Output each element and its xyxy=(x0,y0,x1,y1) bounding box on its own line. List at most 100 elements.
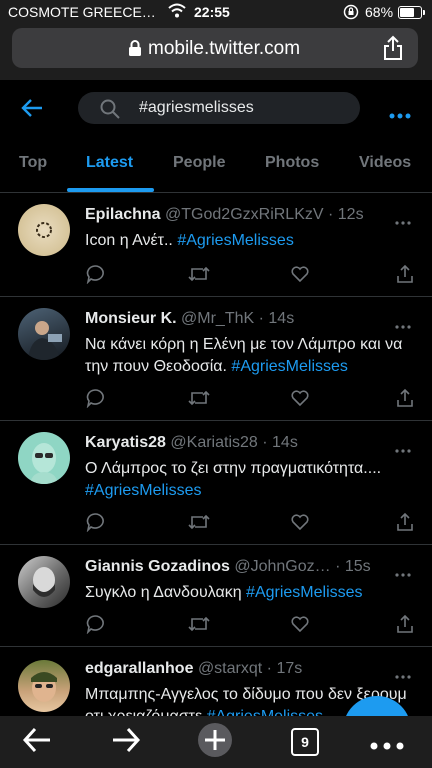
user-name[interactable]: Monsieur K. xyxy=(85,310,177,327)
tweet-time[interactable]: 17s xyxy=(276,660,302,677)
browser-toolbar: 9 xyxy=(0,716,432,768)
tweet-header: edgarallanhoe @starxqt · 17s xyxy=(85,660,385,678)
tweet-actions xyxy=(85,388,415,409)
tweet-time-separator: · xyxy=(266,660,277,677)
browser-forward-icon[interactable] xyxy=(111,726,141,759)
tweet-time-separator: · xyxy=(258,310,269,327)
share-tweet-icon[interactable] xyxy=(395,614,415,639)
tab-latest[interactable]: Latest xyxy=(86,154,133,172)
reply-icon[interactable] xyxy=(85,264,105,289)
user-handle[interactable]: @Mr_ThK xyxy=(181,310,254,327)
share-tweet-icon[interactable] xyxy=(395,388,415,413)
url-bar[interactable]: mobile.twitter.com xyxy=(12,28,418,68)
hashtag-link[interactable]: #AgriesMelisses xyxy=(246,584,362,601)
tweet-time[interactable]: 14s xyxy=(272,434,298,451)
tweet-item[interactable]: Karyatis28 @Kariatis28 · 14s Ο Λάμπρος τ… xyxy=(0,422,432,545)
url-text: mobile.twitter.com xyxy=(148,38,301,59)
search-icon xyxy=(100,99,120,124)
retweet-icon[interactable] xyxy=(188,264,210,289)
like-icon[interactable] xyxy=(290,388,310,413)
tab-switcher-button[interactable]: 9 xyxy=(291,728,319,756)
user-name[interactable]: Giannis Gozadinos xyxy=(85,558,230,575)
wifi-icon xyxy=(168,3,186,22)
tweet-header: Monsieur K. @Mr_ThK · 14s xyxy=(85,310,385,328)
like-icon[interactable] xyxy=(290,264,310,289)
retweet-icon[interactable] xyxy=(188,512,210,537)
new-tab-icon[interactable] xyxy=(197,722,233,763)
tab-people[interactable]: People xyxy=(173,154,225,172)
hashtag-link[interactable]: #AgriesMelisses xyxy=(85,482,201,499)
reply-icon[interactable] xyxy=(85,614,105,639)
tweet-more-icon[interactable] xyxy=(395,440,411,458)
tweet-more-icon[interactable] xyxy=(395,212,411,230)
tweet-time[interactable]: 15s xyxy=(345,558,371,575)
tweet-header: Epilachna @TGod2GzxRiRLKzV · 12s xyxy=(85,206,385,224)
tweet-time[interactable]: 12s xyxy=(338,206,364,223)
tweet-time-separator: · xyxy=(328,206,338,223)
status-bar: COSMOTE GREECE… 22:55 68% xyxy=(0,0,432,24)
tweet-more-icon[interactable] xyxy=(395,564,411,582)
active-tab-indicator xyxy=(67,188,154,192)
carrier-name: COSMOTE GREECE… xyxy=(8,4,156,20)
hashtag-link[interactable]: #AgriesMelisses xyxy=(231,358,347,375)
tweet-text: Icon η Ανέτ.. #AgriesMelisses xyxy=(85,230,415,252)
browser-back-icon[interactable] xyxy=(22,726,52,759)
tweet-header: Giannis Gozadinos @JohnGoz… · 15s xyxy=(85,558,385,576)
tweet-item[interactable]: Monsieur K. @Mr_ThK · 14s Να κάνει κόρη … xyxy=(0,298,432,421)
retweet-icon[interactable] xyxy=(188,614,210,639)
avatar[interactable] xyxy=(18,660,70,712)
search-tabs: Top Latest People Photos Videos xyxy=(0,140,432,193)
tweet-header: Karyatis28 @Kariatis28 · 14s xyxy=(85,434,385,452)
user-handle[interactable]: @Kariatis28 xyxy=(170,434,257,451)
reply-icon[interactable] xyxy=(85,512,105,537)
tab-photos[interactable]: Photos xyxy=(265,154,319,172)
battery-icon xyxy=(398,6,425,19)
tweet-time-separator: · xyxy=(262,434,273,451)
more-options-icon[interactable] xyxy=(389,106,411,124)
user-handle[interactable]: @starxqt xyxy=(198,660,262,677)
tweet-actions xyxy=(85,614,415,635)
tweet-text: Ο Λάμπρος το ζει στην πραγματικότητα....… xyxy=(85,458,415,502)
padlock-icon xyxy=(128,40,142,61)
tweet-actions xyxy=(85,264,415,285)
tweet-more-icon[interactable] xyxy=(395,666,411,684)
avatar[interactable] xyxy=(18,432,70,484)
avatar[interactable] xyxy=(18,204,70,256)
tab-videos[interactable]: Videos xyxy=(359,154,411,172)
tweet-time-separator: · xyxy=(335,558,345,575)
search-input[interactable]: #agriesmelisses xyxy=(78,92,360,124)
like-icon[interactable] xyxy=(290,614,310,639)
user-handle[interactable]: @TGod2GzxRiRLKzV xyxy=(165,206,324,223)
back-arrow-icon[interactable] xyxy=(20,97,44,124)
tweet-body: Icon η Ανέτ.. xyxy=(85,232,178,249)
tweet-text: Να κάνει κόρη η Ελένη με τον Λάμπρο και … xyxy=(85,334,415,378)
search-query-text: #agriesmelisses xyxy=(139,99,254,116)
hashtag-link[interactable]: #AgriesMelisses xyxy=(177,232,293,249)
tweet-item[interactable]: Giannis Gozadinos @JohnGoz… · 15s Συγκλο… xyxy=(0,546,432,647)
share-tweet-icon[interactable] xyxy=(395,264,415,289)
search-header: #agriesmelisses xyxy=(0,80,432,136)
share-icon[interactable] xyxy=(382,35,404,66)
avatar[interactable] xyxy=(18,308,70,360)
like-icon[interactable] xyxy=(290,512,310,537)
user-handle[interactable]: @JohnGoz… xyxy=(234,558,330,575)
browser-url-area: mobile.twitter.com xyxy=(0,24,432,80)
user-name[interactable]: Epilachna xyxy=(85,206,161,223)
user-name[interactable]: edgarallanhoe xyxy=(85,660,193,677)
retweet-icon[interactable] xyxy=(188,388,210,413)
browser-menu-icon[interactable] xyxy=(370,737,404,755)
clock: 22:55 xyxy=(194,4,230,20)
tweet-body: Συγκλο η Δανδουλακη xyxy=(85,584,247,601)
tab-top[interactable]: Top xyxy=(19,154,47,172)
avatar[interactable] xyxy=(18,556,70,608)
tweet-time[interactable]: 14s xyxy=(268,310,294,327)
tweet-actions xyxy=(85,512,415,533)
tweet-body: Ο Λάμπρος το ζει στην πραγματικότητα.... xyxy=(85,460,382,477)
hashtag-link[interactable]: #AgriesMelisses xyxy=(207,708,323,716)
tweet-item[interactable]: Epilachna @TGod2GzxRiRLKzV · 12s Icon η … xyxy=(0,194,432,297)
tweet-text: Συγκλο η Δανδουλακη #AgriesMelisses xyxy=(85,582,415,604)
reply-icon[interactable] xyxy=(85,388,105,413)
tweet-more-icon[interactable] xyxy=(395,316,411,334)
share-tweet-icon[interactable] xyxy=(395,512,415,537)
user-name[interactable]: Karyatis28 xyxy=(85,434,166,451)
